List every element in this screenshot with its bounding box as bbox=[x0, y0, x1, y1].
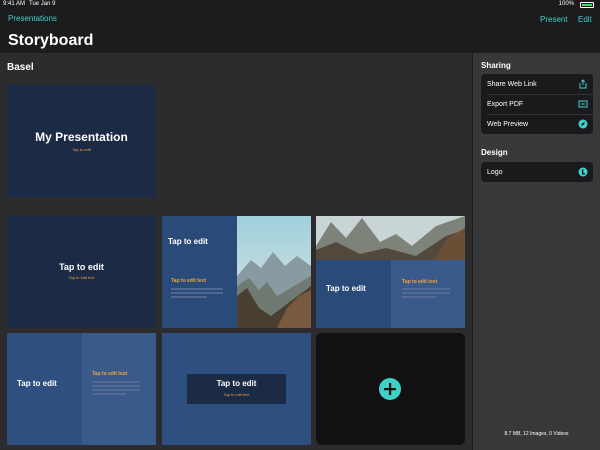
slide-6-subtitle: Tap to edit text bbox=[223, 392, 250, 397]
design-group: Logo bbox=[481, 162, 593, 182]
slide-4[interactable]: Tap to edit Tap to edit text bbox=[316, 216, 465, 328]
slide-3[interactable]: Tap to edit Tap to edit text bbox=[162, 216, 311, 328]
slide-3-title: Tap to edit bbox=[168, 237, 208, 246]
design-heading: Design bbox=[481, 148, 508, 157]
logo-label: Logo bbox=[487, 168, 503, 176]
mountain-photo bbox=[316, 216, 465, 260]
slide-5-body-lines bbox=[92, 381, 140, 397]
plus-icon bbox=[384, 383, 396, 395]
storage-info: 8.7 MB, 12 Images, 0 Videos bbox=[504, 431, 569, 437]
slide-title-text: My Presentation bbox=[35, 130, 128, 144]
share-web-link-row[interactable]: Share Web Link bbox=[481, 74, 593, 94]
slide-3-body-lines bbox=[171, 288, 223, 300]
slide-2-title: Tap to edit bbox=[59, 262, 104, 272]
compass-icon bbox=[578, 119, 588, 129]
slide-subtitle-text: Tap to edit bbox=[72, 147, 91, 152]
web-preview-label: Web Preview bbox=[487, 120, 529, 128]
slide-6-title: Tap to edit bbox=[216, 379, 257, 388]
battery-icon bbox=[580, 2, 594, 8]
page-title: Storyboard bbox=[8, 32, 94, 49]
sharing-group: Share Web Link Export PDF Web Preview bbox=[481, 74, 593, 134]
slide-4-title: Tap to edit bbox=[326, 284, 366, 293]
present-button[interactable]: Present bbox=[540, 15, 568, 24]
edit-button[interactable]: Edit bbox=[578, 15, 592, 24]
share-web-link-label: Share Web Link bbox=[487, 80, 537, 88]
presentations-back-button[interactable]: Presentations bbox=[8, 14, 57, 23]
slide-4-left-panel bbox=[316, 260, 390, 328]
slide-2-subtitle: Tap to edit text bbox=[68, 275, 95, 280]
export-pdf-label: Export PDF bbox=[487, 100, 524, 108]
slide-5-title: Tap to edit bbox=[17, 379, 57, 388]
section-label: Basel bbox=[7, 62, 34, 73]
status-time: 9:41 AM bbox=[3, 1, 26, 7]
web-preview-row[interactable]: Web Preview bbox=[481, 114, 593, 134]
slide-6[interactable]: Tap to edit Tap to edit text bbox=[162, 333, 311, 445]
slide-3-subtitle: Tap to edit text bbox=[171, 278, 207, 284]
slide-title[interactable]: My Presentation Tap to edit bbox=[7, 85, 156, 197]
export-pdf-row[interactable]: Export PDF bbox=[481, 94, 593, 114]
status-bar: 9:41 AM Tue Jan 9 100% bbox=[0, 0, 600, 10]
slide-2[interactable]: Tap to edit Tap to edit text bbox=[7, 216, 156, 328]
pdf-icon bbox=[578, 100, 588, 108]
mountain-photo bbox=[237, 216, 311, 328]
battery-percent: 100% bbox=[558, 1, 574, 7]
slide-5-subtitle: Tap to edit text bbox=[92, 371, 128, 377]
sharing-heading: Sharing bbox=[481, 61, 511, 70]
logo-row[interactable]: Logo bbox=[481, 162, 593, 182]
logo-icon bbox=[578, 167, 588, 177]
share-icon bbox=[579, 79, 587, 89]
slide-4-subtitle: Tap to edit text bbox=[402, 279, 438, 285]
status-date: Tue Jan 9 bbox=[29, 1, 56, 7]
add-slide-tile[interactable] bbox=[316, 333, 465, 445]
slide-4-body-lines bbox=[402, 288, 450, 300]
add-slide-button[interactable] bbox=[379, 378, 401, 400]
slide-5[interactable]: Tap to edit Tap to edit text bbox=[7, 333, 156, 445]
